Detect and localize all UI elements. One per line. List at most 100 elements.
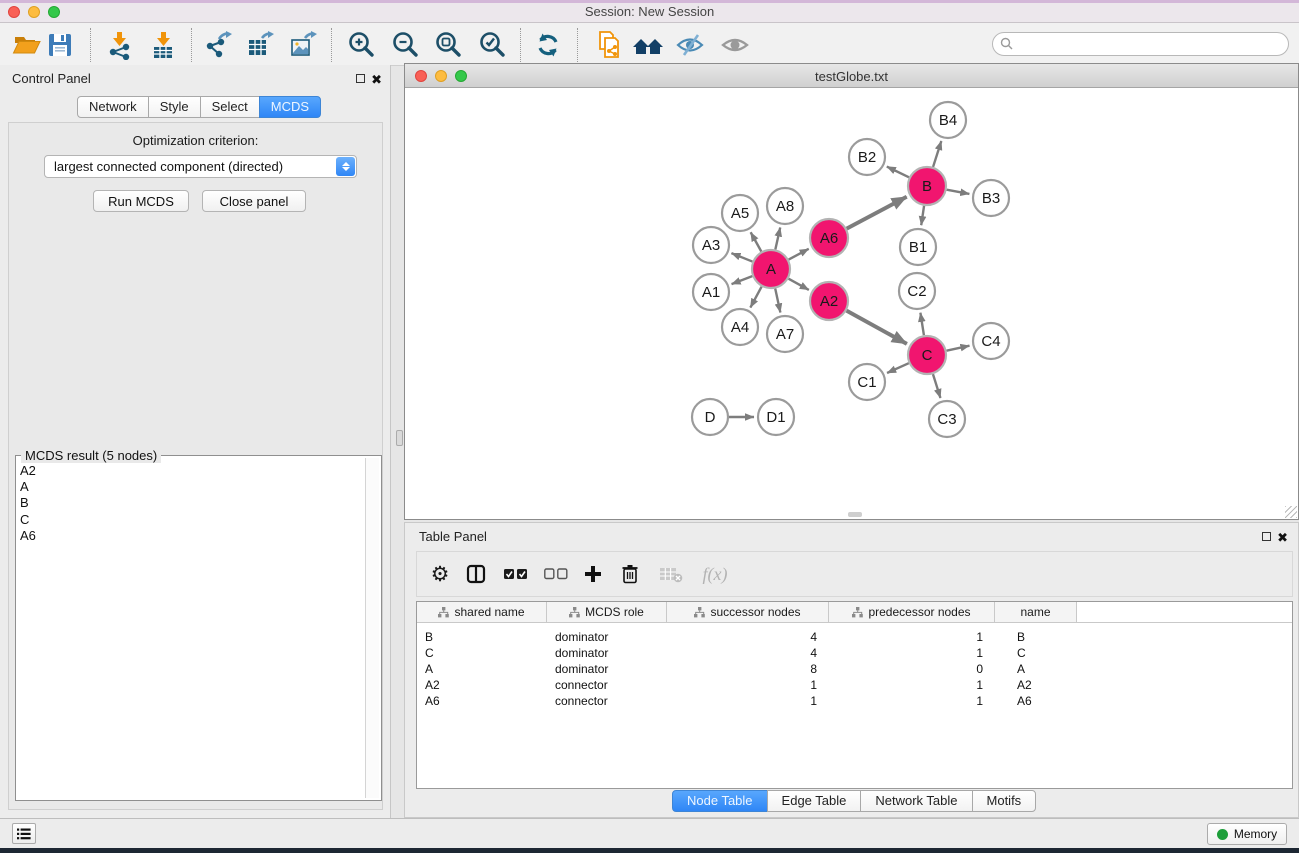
home-layout-button[interactable]	[631, 29, 665, 61]
graph-node[interactable]: A1	[693, 274, 729, 310]
graph-edge[interactable]	[887, 167, 909, 178]
graph-node[interactable]: A	[752, 250, 790, 288]
graph-node[interactable]: D	[692, 399, 728, 435]
run-mcds-button[interactable]: Run MCDS	[93, 190, 189, 212]
graph-edge[interactable]	[947, 190, 970, 194]
delete-table-button[interactable]	[654, 552, 688, 596]
float-table-panel-icon[interactable]	[1262, 532, 1271, 541]
graph-node[interactable]: A5	[722, 195, 758, 231]
graph-node[interactable]: C3	[929, 401, 965, 437]
graph-edge[interactable]	[887, 363, 909, 373]
graph-edge[interactable]	[731, 253, 752, 261]
graph-node[interactable]: C1	[849, 364, 885, 400]
import-network-button[interactable]	[103, 29, 137, 61]
graph-node[interactable]: C4	[973, 323, 1009, 359]
column-header-successor-nodes[interactable]: successor nodes	[667, 602, 829, 622]
table-settings-button[interactable]: ⚙	[423, 552, 457, 596]
unselect-all-button[interactable]	[539, 552, 573, 596]
graph-edge[interactable]	[921, 206, 924, 225]
table-row[interactable]: Bdominator41B	[417, 629, 1292, 645]
graph-node[interactable]: B4	[930, 102, 966, 138]
graph-node[interactable]: A4	[722, 309, 758, 345]
show-columns-button[interactable]	[459, 552, 493, 596]
graph-node[interactable]: B	[908, 167, 946, 205]
tab-style[interactable]: Style	[148, 96, 201, 118]
open-session-button[interactable]	[9, 29, 43, 61]
graph-edge[interactable]	[751, 232, 762, 251]
show-all-button[interactable]	[718, 29, 752, 61]
task-history-button[interactable]	[12, 823, 36, 844]
column-header-name[interactable]: name	[995, 602, 1077, 622]
graph-node[interactable]: D1	[758, 399, 794, 435]
refresh-button[interactable]	[531, 29, 565, 61]
export-network-button[interactable]	[201, 29, 235, 61]
table-panel-title: Table Panel	[419, 529, 487, 544]
search-field[interactable]	[992, 32, 1289, 56]
table-cell: 8	[667, 661, 829, 677]
graph-edge[interactable]	[732, 276, 753, 284]
clone-network-button[interactable]	[592, 29, 626, 61]
zoom-out-button[interactable]	[388, 29, 422, 61]
tab-network[interactable]: Network	[77, 96, 149, 118]
graph-edge[interactable]	[920, 313, 924, 336]
export-table-button[interactable]	[243, 29, 277, 61]
tab-mcds[interactable]: MCDS	[259, 96, 321, 118]
graph-edge[interactable]	[947, 346, 970, 351]
table-row[interactable]: Adominator80A	[417, 661, 1292, 677]
graph-node[interactable]: B1	[900, 229, 936, 265]
graph-edge[interactable]	[750, 287, 761, 308]
column-header-shared-name[interactable]: shared name	[417, 602, 547, 622]
columns-icon	[466, 564, 486, 584]
hide-selected-button[interactable]	[673, 29, 707, 61]
graph-edge[interactable]	[775, 227, 780, 249]
graph-edge[interactable]	[847, 197, 907, 229]
window-resize-grip[interactable]	[1285, 506, 1297, 518]
graph-node[interactable]: A8	[767, 188, 803, 224]
create-column-button[interactable]	[576, 552, 610, 596]
graph-node[interactable]: A6	[810, 219, 848, 257]
float-panel-icon[interactable]	[356, 74, 365, 83]
splitpane-divider-handle[interactable]	[396, 430, 403, 446]
import-table-button[interactable]	[147, 29, 181, 61]
table-row[interactable]: Cdominator41C	[417, 645, 1292, 661]
tab-edge-table[interactable]: Edge Table	[767, 790, 862, 812]
graph-edge[interactable]	[933, 141, 941, 167]
zoom-fit-button[interactable]	[431, 29, 465, 61]
network-window-titlebar[interactable]: testGlobe.txt	[405, 64, 1298, 88]
tab-motifs[interactable]: Motifs	[972, 790, 1037, 812]
table-row[interactable]: A6connector11A6	[417, 693, 1292, 709]
tab-network-table[interactable]: Network Table	[860, 790, 972, 812]
close-panel-icon[interactable]: ✖	[371, 73, 382, 86]
network-hscrollbar-thumb[interactable]	[848, 512, 862, 517]
tab-node-table[interactable]: Node Table	[672, 790, 768, 812]
network-canvas[interactable]: B4 B2 B B3 B1 A5A8 A3 A6 A A1 A2 C2 A4A7 C4 C C1 C3 D D1	[405, 88, 1298, 519]
export-image-button[interactable]	[286, 29, 320, 61]
graph-node[interactable]: B2	[849, 139, 885, 175]
save-session-button[interactable]	[43, 29, 77, 61]
graph-node[interactable]: B3	[973, 180, 1009, 216]
zoom-selected-button[interactable]	[475, 29, 509, 61]
graph-node[interactable]: C2	[899, 273, 935, 309]
select-all-button[interactable]	[499, 552, 533, 596]
close-table-panel-icon[interactable]: ✖	[1277, 531, 1288, 544]
graph-node[interactable]: A3	[693, 227, 729, 263]
graph-edge[interactable]	[775, 289, 780, 313]
memory-button[interactable]: Memory	[1207, 823, 1287, 845]
result-scrollbar[interactable]	[365, 458, 379, 798]
delete-column-button[interactable]	[613, 552, 647, 596]
table-row[interactable]: A2connector11A2	[417, 677, 1292, 693]
column-header-mcds-role[interactable]: MCDS role	[547, 602, 667, 622]
column-header-predecessor-nodes[interactable]: predecessor nodes	[829, 602, 995, 622]
graph-edge[interactable]	[789, 279, 809, 290]
search-input[interactable]	[1019, 34, 1278, 54]
tab-select[interactable]: Select	[200, 96, 260, 118]
graph-edge[interactable]	[933, 374, 940, 398]
zoom-in-button[interactable]	[344, 29, 378, 61]
close-panel-button[interactable]: Close panel	[202, 190, 306, 212]
graph-node[interactable]: A7	[767, 316, 803, 352]
criterion-dropdown[interactable]: largest connected component (directed)	[44, 155, 357, 178]
graph-edge[interactable]	[789, 249, 809, 260]
graph-node[interactable]: A2	[810, 282, 848, 320]
graph-node[interactable]: C	[908, 336, 946, 374]
graph-edge[interactable]	[847, 311, 907, 344]
